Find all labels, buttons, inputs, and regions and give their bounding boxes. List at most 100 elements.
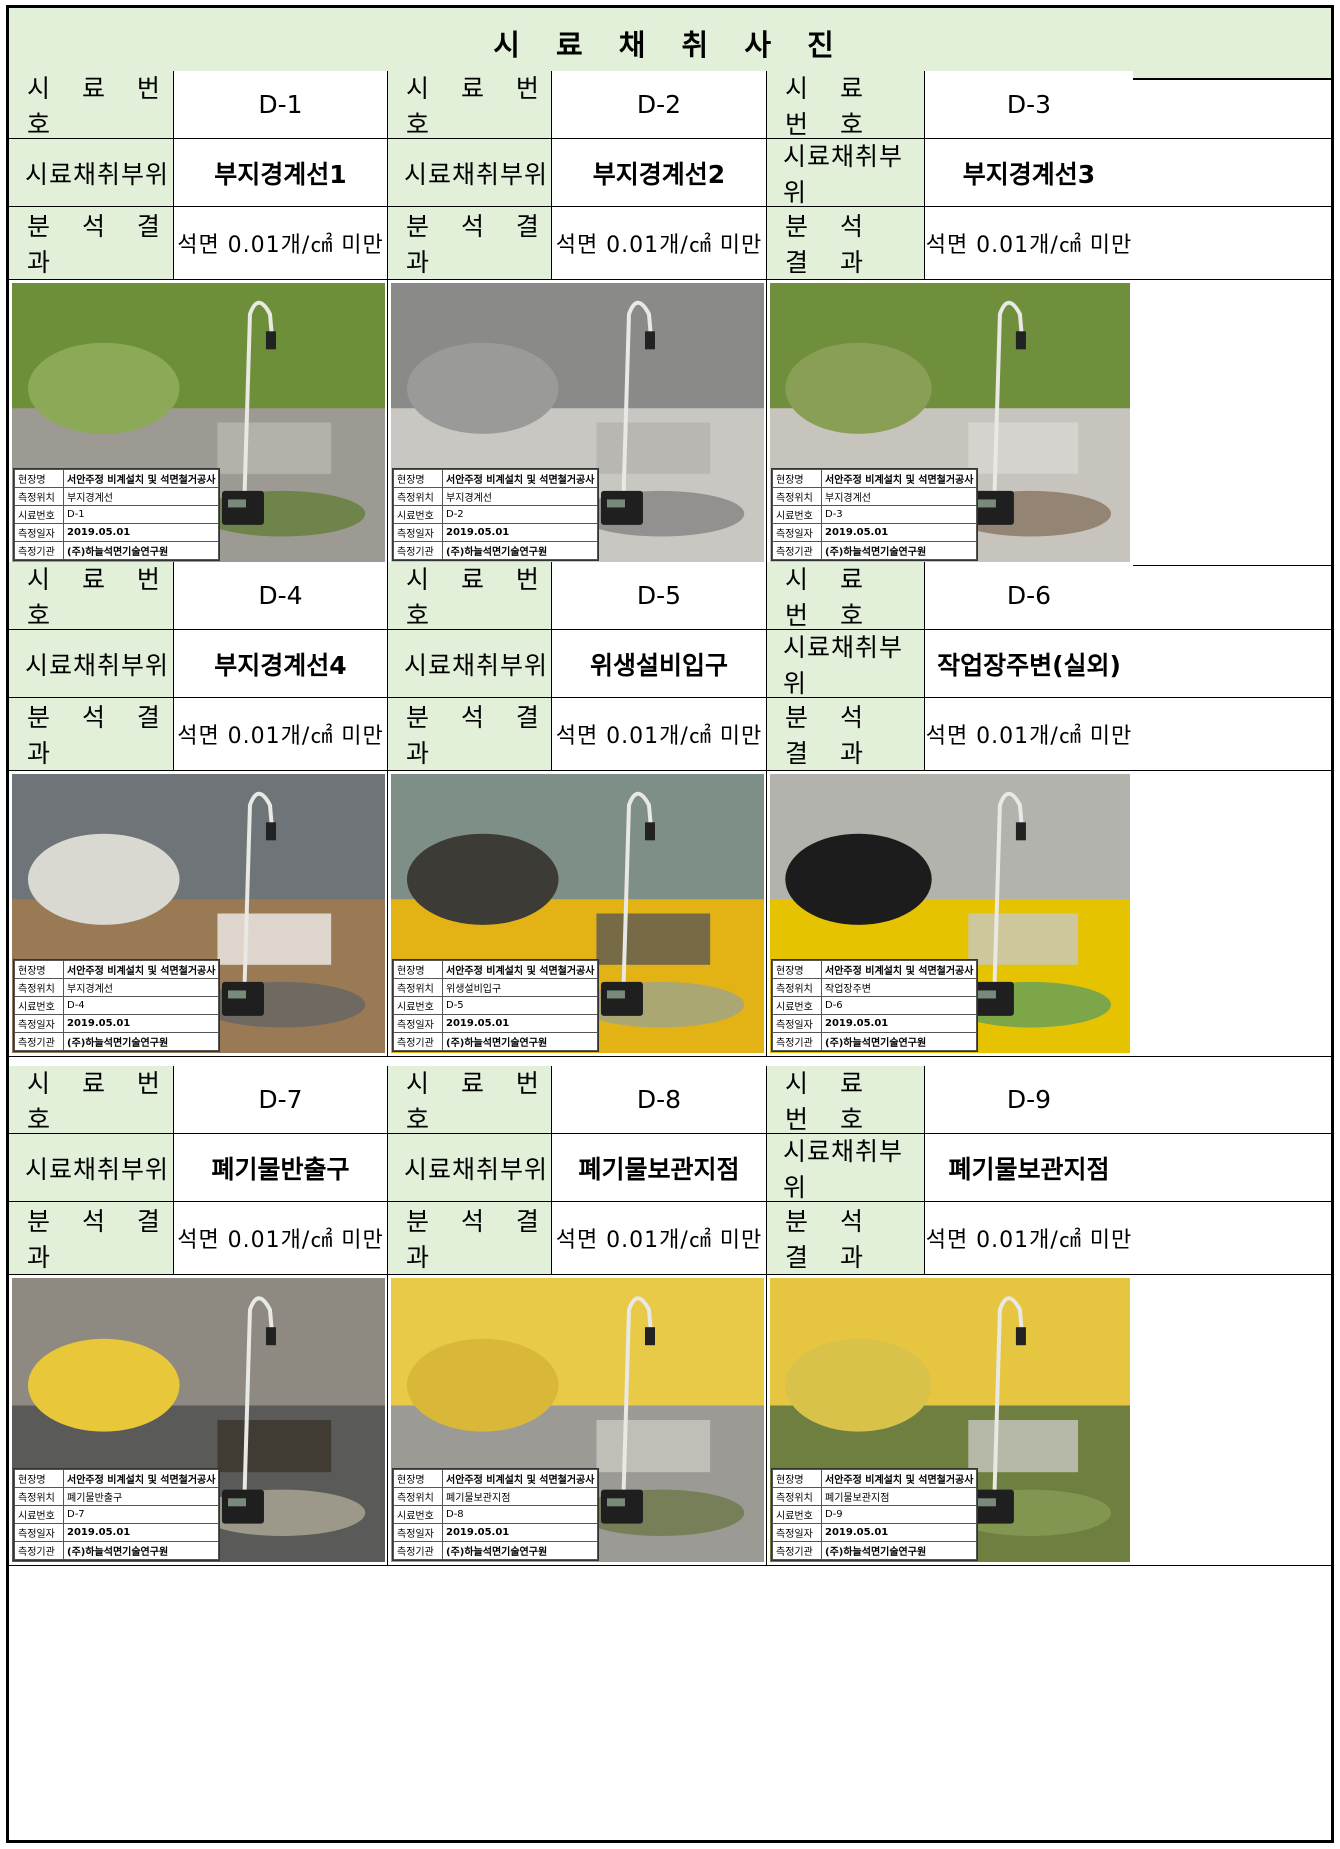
caption-key-position: 측정위치 xyxy=(772,978,822,997)
sample_no-value: D-8 xyxy=(552,1066,767,1133)
caption-key-agency: 측정기관 xyxy=(772,541,822,560)
caption-key-site: 현장명 xyxy=(772,960,822,979)
caption-key-site: 현장명 xyxy=(393,960,443,979)
caption-value-date: 2019.05.01 xyxy=(441,1523,599,1542)
caption-row-date: 측정일자 2019.05.01 xyxy=(14,523,220,542)
location-value: 작업장주변(실외) xyxy=(925,630,1133,697)
caption-key-date: 측정일자 xyxy=(14,1523,64,1542)
photo-caption-board: 현장명 서안주정 비계설치 및 석면철거공사 측정위치 작업장주변 시료번호 D-6 측정일… xyxy=(771,959,979,1052)
caption-row-position: 측정위치 작업장주변 xyxy=(772,978,978,997)
caption-value-site: 서안주정 비계설치 및 석면철거공사 xyxy=(441,469,599,488)
caption-row-date: 측정일자 2019.05.01 xyxy=(14,1014,220,1033)
sheet-title: 시 료 채 취 사 진 xyxy=(9,8,1331,80)
caption-value-position: 위생설비입구 xyxy=(441,978,599,997)
caption-row-position: 측정위치 폐기물반출구 xyxy=(14,1487,220,1506)
caption-key-agency: 측정기관 xyxy=(14,1541,64,1560)
result-value: 석면 0.01개/㎠ 미만 xyxy=(174,1202,388,1274)
sample-photo-d-5: 현장명 서안주정 비계설치 및 석면철거공사 측정위치 위생설비입구 시료번호 D-5 측정… xyxy=(388,771,767,1056)
caption-row-site: 현장명 서안주정 비계설치 및 석면철거공사 xyxy=(14,469,220,488)
sample_no-label: 시 료 번 호 xyxy=(9,562,174,630)
caption-value-date: 2019.05.01 xyxy=(441,1014,599,1033)
sample-photo-d-7: 현장명 서안주정 비계설치 및 석면철거공사 측정위치 폐기물반출구 시료번호 D-7 측정… xyxy=(9,1275,388,1565)
caption-key-site: 현장명 xyxy=(14,960,64,979)
sample_no-value: D-2 xyxy=(552,71,767,138)
caption-table: 현장명 서안주정 비계설치 및 석면철거공사 측정위치 부지경계선 시료번호 D-1 측정일… xyxy=(14,469,220,560)
caption-value-site: 서안주정 비계설치 및 석면철거공사 xyxy=(441,1469,599,1488)
info-row-result: 분 석 결 과 석면 0.01개/㎠ 미만 분 석 결 과 석면 0.01개/㎠ 미만… xyxy=(9,207,1331,279)
location-label: 시료채취부위 xyxy=(767,1134,925,1202)
caption-value-date: 2019.05.01 xyxy=(62,523,220,542)
photo-caption-board: 현장명 서안주정 비계설치 및 석면철거공사 측정위치 폐기물보관지점 시료번호 D-8 측… xyxy=(392,1468,600,1561)
photo-caption-board: 현장명 서안주정 비계설치 및 석면철거공사 측정위치 부지경계선 시료번호 D-1 측정일… xyxy=(13,468,221,561)
photo-row: 현장명 서안주정 비계설치 및 석면철거공사 측정위치 부지경계선 시료번호 D-4 측정일… xyxy=(9,771,1331,1056)
caption-table: 현장명 서안주정 비계설치 및 석면철거공사 측정위치 부지경계선 시료번호 D-4 측정일… xyxy=(14,960,220,1051)
caption-key-position: 측정위치 xyxy=(14,978,64,997)
result-value: 석면 0.01개/㎠ 미만 xyxy=(174,207,388,279)
block-divider xyxy=(9,1056,1331,1057)
caption-table: 현장명 서안주정 비계설치 및 석면철거공사 측정위치 폐기물반출구 시료번호 D-7 측정… xyxy=(14,1469,220,1560)
location-value: 부지경계선3 xyxy=(925,139,1133,206)
caption-value-agency: (주)하늘석면기술연구원 xyxy=(820,541,978,560)
caption-value-position: 폐기물반출구 xyxy=(62,1487,220,1506)
caption-key-number: 시료번호 xyxy=(393,996,443,1015)
caption-row-site: 현장명 서안주정 비계설치 및 석면철거공사 xyxy=(14,1469,220,1488)
photo-caption-board: 현장명 서안주정 비계설치 및 석면철거공사 측정위치 폐기물반출구 시료번호 D-7 측정… xyxy=(13,1468,221,1561)
caption-key-date: 측정일자 xyxy=(393,1014,443,1033)
caption-key-agency: 측정기관 xyxy=(772,1541,822,1560)
caption-key-date: 측정일자 xyxy=(772,1523,822,1542)
caption-key-number: 시료번호 xyxy=(14,996,64,1015)
caption-value-number: D-3 xyxy=(820,505,978,524)
sample_no-value: D-9 xyxy=(925,1066,1133,1133)
location-label: 시료채취부위 xyxy=(388,1134,552,1201)
location-label: 시료채취부위 xyxy=(9,139,174,206)
location-value: 폐기물보관지점 xyxy=(925,1134,1133,1201)
result-label: 분 석 결 과 xyxy=(767,207,925,279)
caption-row-site: 현장명 서안주정 비계설치 및 석면철거공사 xyxy=(772,469,978,488)
caption-value-site: 서안주정 비계설치 및 석면철거공사 xyxy=(820,469,978,488)
caption-row-date: 측정일자 2019.05.01 xyxy=(14,1523,220,1542)
info-row-result: 분 석 결 과 석면 0.01개/㎠ 미만 분 석 결 과 석면 0.01개/㎠ 미만… xyxy=(9,698,1331,770)
photo-caption-board: 현장명 서안주정 비계설치 및 석면철거공사 측정위치 부지경계선 시료번호 D-3 측정일… xyxy=(771,468,979,561)
sample-photo-d-3: 현장명 서안주정 비계설치 및 석면철거공사 측정위치 부지경계선 시료번호 D-3 측정일… xyxy=(767,280,1133,565)
caption-key-number: 시료번호 xyxy=(393,1505,443,1524)
caption-key-date: 측정일자 xyxy=(772,1014,822,1033)
caption-row-number: 시료번호 D-5 xyxy=(393,996,599,1015)
photo-caption-board: 현장명 서안주정 비계설치 및 석면철거공사 측정위치 부지경계선 시료번호 D-2 측정일… xyxy=(392,468,600,561)
caption-key-position: 측정위치 xyxy=(14,1487,64,1506)
location-value: 부지경계선2 xyxy=(552,139,767,206)
sample-photo-d-8: 현장명 서안주정 비계설치 및 석면철거공사 측정위치 폐기물보관지점 시료번호 D-8 측… xyxy=(388,1275,767,1565)
sample_no-value: D-1 xyxy=(174,71,388,138)
caption-row-position: 측정위치 부지경계선 xyxy=(14,978,220,997)
caption-row-site: 현장명 서안주정 비계설치 및 석면철거공사 xyxy=(393,1469,599,1488)
caption-row-agency: 측정기관 (주)하늘석면기술연구원 xyxy=(393,541,599,560)
caption-key-site: 현장명 xyxy=(772,469,822,488)
caption-key-position: 측정위치 xyxy=(393,487,443,506)
caption-value-position: 부지경계선 xyxy=(62,978,220,997)
info-row-result: 분 석 결 과 석면 0.01개/㎠ 미만 분 석 결 과 석면 0.01개/㎠ 미만… xyxy=(9,1202,1331,1274)
caption-key-position: 측정위치 xyxy=(14,487,64,506)
caption-key-position: 측정위치 xyxy=(772,1487,822,1506)
caption-row-agency: 측정기관 (주)하늘석면기술연구원 xyxy=(14,541,220,560)
caption-row-agency: 측정기관 (주)하늘석면기술연구원 xyxy=(393,1541,599,1560)
sample_no-value: D-6 xyxy=(925,562,1133,629)
caption-row-agency: 측정기관 (주)하늘석면기술연구원 xyxy=(772,1032,978,1051)
result-label: 분 석 결 과 xyxy=(9,207,174,279)
location-value: 위생설비입구 xyxy=(552,630,767,697)
photo-caption-board: 현장명 서안주정 비계설치 및 석면철거공사 측정위치 위생설비입구 시료번호 D-5 측정… xyxy=(392,959,600,1052)
result-value: 석면 0.01개/㎠ 미만 xyxy=(925,207,1133,279)
photo-caption-board: 현장명 서안주정 비계설치 및 석면철거공사 측정위치 폐기물보관지점 시료번호 D-9 측… xyxy=(771,1468,979,1561)
caption-value-number: D-9 xyxy=(820,1505,978,1524)
photo-caption-board: 현장명 서안주정 비계설치 및 석면철거공사 측정위치 부지경계선 시료번호 D-4 측정일… xyxy=(13,959,221,1052)
info-row-sample_no: 시 료 번 호 D-1 시 료 번 호 D-2 시 료 번 호 D-3 xyxy=(9,71,1331,139)
block-divider xyxy=(9,1565,1331,1566)
sample_no-label: 시 료 번 호 xyxy=(767,562,925,630)
caption-table: 현장명 서안주정 비계설치 및 석면철거공사 측정위치 부지경계선 시료번호 D-3 측정일… xyxy=(772,469,978,560)
caption-row-site: 현장명 서안주정 비계설치 및 석면철거공사 xyxy=(772,960,978,979)
caption-value-site: 서안주정 비계설치 및 석면철거공사 xyxy=(820,1469,978,1488)
caption-value-agency: (주)하늘석면기술연구원 xyxy=(62,1032,220,1051)
sample_no-label: 시 료 번 호 xyxy=(9,1066,174,1134)
location-label: 시료채취부위 xyxy=(9,1134,174,1201)
location-label: 시료채취부위 xyxy=(388,630,552,697)
caption-row-position: 측정위치 부지경계선 xyxy=(393,487,599,506)
caption-value-position: 폐기물보관지점 xyxy=(441,1487,599,1506)
